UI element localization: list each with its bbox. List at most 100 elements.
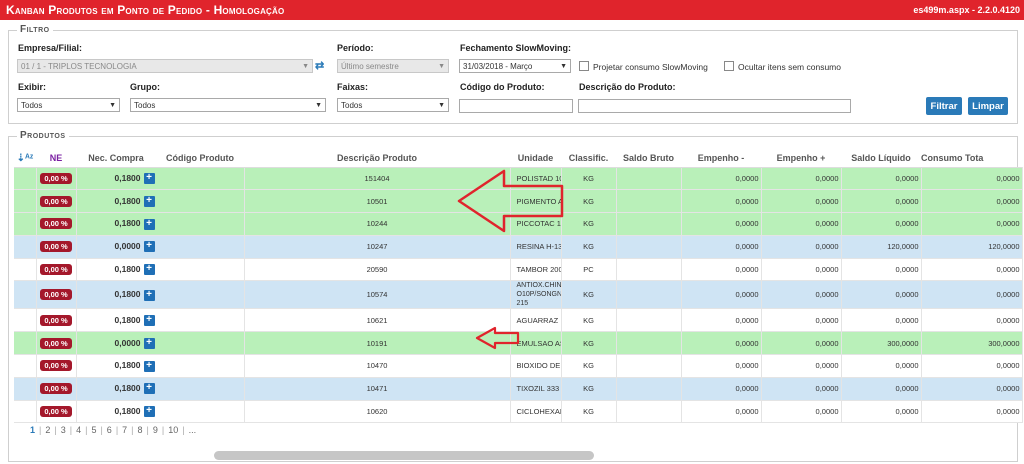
row-spacer <box>14 212 37 236</box>
pager-link[interactable]: 10 <box>165 425 181 435</box>
unidade-cell: KG <box>561 308 617 333</box>
fechamento-select[interactable]: 31/03/2018 - Março ▼ <box>459 59 571 73</box>
pager-link[interactable]: 8 <box>135 425 146 435</box>
codigo-input[interactable] <box>459 99 573 113</box>
descricao-input[interactable] <box>578 99 851 113</box>
horizontal-scrollbar[interactable] <box>214 451 594 460</box>
table-row[interactable]: 0,00 %0,0000+10247RESINA H-130 RKG0,0000… <box>14 235 1023 259</box>
grupo-select[interactable]: Todos ▼ <box>130 98 326 112</box>
pager-link[interactable]: 1 <box>27 425 38 435</box>
plus-square-icon[interactable]: + <box>143 195 155 207</box>
nec-compra-value: 0,1800 <box>114 405 141 416</box>
plus-square-icon[interactable]: + <box>143 264 155 276</box>
empenho-mais-cell: 0,0000 <box>841 212 922 236</box>
empenho-mais-cell: 300,0000 <box>841 331 922 356</box>
unidade-cell: KG <box>561 400 617 424</box>
codigo-cell: 10470 <box>244 354 511 378</box>
table-row[interactable]: 0,00 % 0,1800+10470 BIOXIDO DE SILICIO ZEO… <box>14 354 1023 378</box>
header-saldo-bruto[interactable]: Saldo Bruto <box>616 150 681 168</box>
empresa-label: Empresa/Filial: <box>18 43 83 53</box>
title-bar: Kanban Produtos em Ponto de Pedido - Hom… <box>0 0 1024 20</box>
nec-compra-value: 0,1800 <box>114 218 141 229</box>
ne-badge: 0,00 % <box>40 383 72 395</box>
table-row[interactable]: 0,00 % 0,1800+10574ANTIOX.CHINOX1010/HOST… <box>14 280 1023 310</box>
pager-link[interactable]: 6 <box>104 425 115 435</box>
pager-link[interactable]: 3 <box>58 425 69 435</box>
sort-az-icon[interactable]: ⇣ᴬᶻ <box>14 150 36 168</box>
table-row[interactable]: 0,00 % 0,1800+20590 TAMBOR 200 LITROS TAMP… <box>14 258 1023 282</box>
descricao-value: EMULSAO ASFALTICA B-610 <box>516 338 561 348</box>
plus-square-icon[interactable]: + <box>143 241 155 253</box>
descricao-cell: CICLOHEXANO <box>510 400 562 424</box>
empenho-menos-cell: 0,0000 <box>761 258 842 282</box>
header-consumo-total[interactable]: Consumo Tota <box>921 150 1022 168</box>
empresa-select[interactable]: 01 / 1 - TRIPLOS TECNOLOGIA ▼ <box>17 59 313 73</box>
produtos-legend: Produtos <box>17 130 69 141</box>
unidade-cell: KG <box>561 377 617 401</box>
saldo-liquido-cell: 0,0000 <box>921 212 1023 236</box>
limpar-button[interactable]: Limpar <box>968 97 1008 115</box>
nec-compra-cell: 0,1800 + <box>76 212 245 236</box>
ne-badge: 0,00 % <box>40 241 72 253</box>
classific-cell <box>616 167 682 191</box>
header-nec-compra[interactable]: Nec. Compra <box>76 150 156 168</box>
saldo-bruto-cell: 0,0000 <box>681 354 762 378</box>
nec-compra-value: 0,1800 <box>114 172 141 183</box>
saldo-bruto-cell: 0,0000 <box>681 189 762 214</box>
header-empenho-menos[interactable]: Empenho - <box>681 150 761 168</box>
descricao-value: CICLOHEXANO <box>516 407 561 417</box>
saldo-bruto-cell: 0,0000 <box>681 235 762 259</box>
table-row[interactable]: 0,00 %0,1800+10620CICLOHEXANOKG0,00000,0… <box>14 400 1023 424</box>
periodo-select[interactable]: Último semestre ▼ <box>337 59 449 73</box>
nec-compra-value: 0,0000 <box>114 241 141 252</box>
saldo-bruto-cell: 0,0000 <box>681 308 762 333</box>
exibir-select[interactable]: Todos ▼ <box>17 98 120 112</box>
header-saldo-liquido[interactable]: Saldo Líquido <box>841 150 921 168</box>
header-descricao[interactable]: Descrição Produto <box>244 150 510 168</box>
ocultar-checkbox[interactable] <box>724 61 734 71</box>
classific-cell <box>616 377 682 401</box>
pager-link[interactable]: 7 <box>119 425 130 435</box>
unidade-cell: KG <box>561 235 617 259</box>
unidade-cell: PC <box>561 258 617 282</box>
pager-link[interactable]: 9 <box>150 425 161 435</box>
header-classific[interactable]: Classific. <box>561 150 616 168</box>
nec-compra-cell: 0,0000 + <box>76 331 245 356</box>
nec-compra-cell: 0,1800 + <box>76 167 245 191</box>
descricao-cell: ANTIOX.CHINOX1010/HOSTANOX O10P/SONGNOX1… <box>510 280 562 310</box>
plus-square-icon[interactable]: + <box>143 383 155 395</box>
refresh-icon[interactable]: ⇄ <box>315 59 324 72</box>
projetar-checkbox[interactable] <box>579 61 589 71</box>
header-ne[interactable]: NE <box>36 150 76 168</box>
pager-link[interactable]: 2 <box>42 425 53 435</box>
plus-square-icon[interactable]: + <box>143 173 155 185</box>
ne-cell: 0,00 % <box>36 212 77 236</box>
filtrar-button[interactable]: Filtrar <box>926 97 962 115</box>
pager-link[interactable]: 5 <box>88 425 99 435</box>
plus-square-icon[interactable]: + <box>143 315 155 326</box>
unidade-cell: KG <box>561 354 617 378</box>
projetar-label: Projetar consumo SlowMoving <box>593 62 708 72</box>
header-codigo[interactable]: Código Produto <box>156 150 244 168</box>
table-row[interactable]: 0,00 % 0,1800 +10471 TIXOZIL 333 KG 0,0000 0,0… <box>14 377 1023 401</box>
nec-compra-cell: 0,1800 + <box>76 377 245 401</box>
pager-link[interactable]: 4 <box>73 425 84 435</box>
plus-square-icon[interactable]: + <box>143 337 155 349</box>
ne-cell: 0,00 % <box>36 280 77 310</box>
left-arrow-annotation-small <box>475 326 520 350</box>
exibir-select-value: Todos <box>21 100 43 110</box>
faixas-select[interactable]: Todos ▼ <box>337 98 449 112</box>
header-empenho-mais[interactable]: Empenho + <box>761 150 841 168</box>
plus-square-icon[interactable]: + <box>143 218 155 230</box>
saldo-liquido-cell: 0,0000 <box>921 377 1023 401</box>
pager-link[interactable]: ... <box>186 425 200 435</box>
saldo-bruto-cell: 0,0000 <box>681 167 762 191</box>
unidade-cell: KG <box>561 212 617 236</box>
plus-square-icon[interactable]: + <box>143 289 155 301</box>
plus-square-icon[interactable]: + <box>143 406 155 418</box>
row-spacer <box>14 167 37 191</box>
classific-cell <box>616 235 682 259</box>
plus-square-icon[interactable]: + <box>143 360 155 372</box>
header-unidade[interactable]: Unidade <box>510 150 561 168</box>
chevron-down-icon: ▼ <box>438 101 445 109</box>
